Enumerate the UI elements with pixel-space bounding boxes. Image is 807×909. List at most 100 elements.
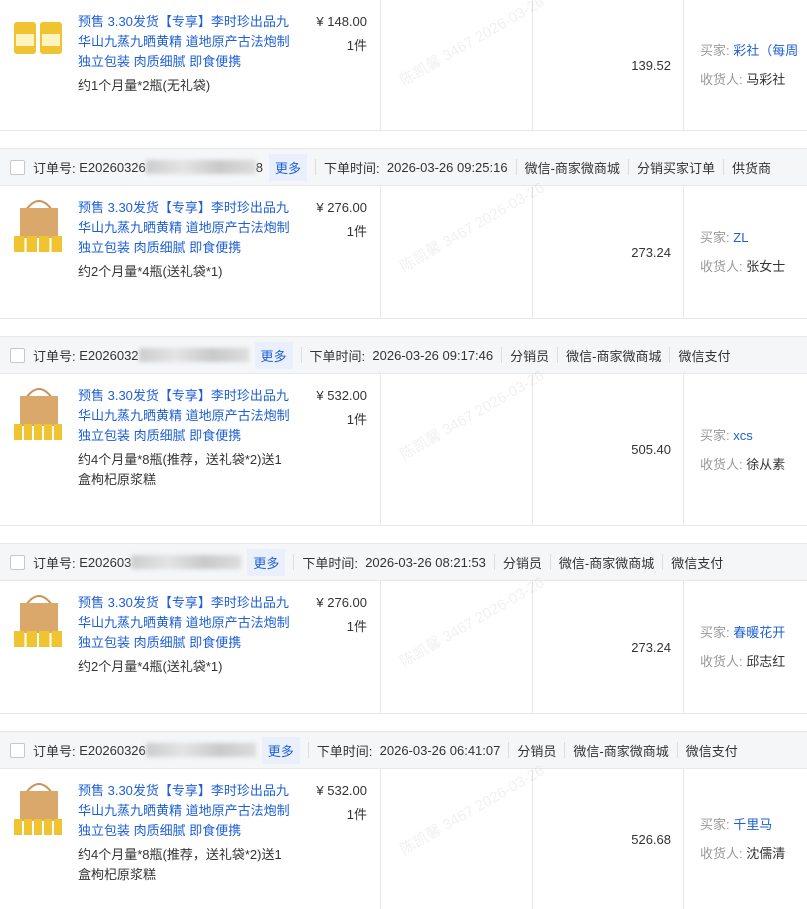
order-tag: 微信-商家微商城 (566, 348, 662, 364)
order-no-redacted (145, 743, 256, 757)
product-sku: 约4个月量*8瓶(推荐，送礼袋*2)送1盒枸杞原浆糕 (78, 847, 282, 882)
divider (549, 554, 551, 570)
order-time-label: 下单时间: (302, 555, 358, 571)
order-tag: 微信支付 (671, 555, 724, 571)
product-title-link[interactable]: 预售 3.30发货【专享】李时珍出品九华山九蒸九晒黄精 道地原产古法炮制 独立包… (78, 781, 293, 841)
amount-cell: 139.52 (533, 0, 684, 130)
paid-amount: 273.24 (631, 244, 671, 260)
buyer-cell: 买家: 春暖花开 收货人: 邱志红 (684, 581, 807, 713)
divider (722, 159, 724, 175)
buyer-link[interactable]: 千里马 (733, 817, 772, 832)
order-gap (0, 130, 807, 148)
more-button[interactable]: 更多 (254, 341, 293, 369)
amount-cell: 505.40 (533, 374, 684, 525)
receiver-name: 邱志红 (746, 654, 786, 669)
order-gap (0, 525, 807, 543)
receiver-label: 收货人: (700, 72, 743, 87)
order-time-label: 下单时间: (316, 743, 373, 759)
divider (676, 742, 678, 758)
more-button[interactable]: 更多 (261, 736, 300, 764)
order-header: 订单号: E20260326 8 更多 下单时间: 2026-03-26 09:25:… (0, 148, 807, 186)
product-cell: 预售 3.30发货【专享】李时珍出品九华山九蒸九晒黄精 道地原产古法炮制 独立包… (0, 769, 381, 909)
quantity: 1件 (346, 224, 367, 239)
order-checkbox[interactable] (10, 554, 25, 570)
order-tag: 微信支付 (678, 348, 731, 364)
buyer-label: 买家: (700, 817, 730, 832)
receiver-label: 收货人: (700, 846, 743, 861)
order-no-label: 订单号: (33, 555, 76, 571)
unit-price: ¥ 532.00 (316, 783, 367, 798)
product-image[interactable] (12, 593, 66, 647)
paid-amount: 505.40 (631, 442, 671, 457)
order-no-tail: 8 (255, 159, 263, 175)
quantity: 1件 (346, 807, 367, 822)
price-cell: ¥ 532.00 1件 (293, 386, 383, 525)
product-sku: 约1个月量*2瓶(无礼袋) (78, 78, 211, 93)
more-button[interactable]: 更多 (247, 548, 286, 576)
product-image[interactable] (12, 12, 66, 62)
order-row: 预售 3.30发货【专享】李时珍出品九华山九蒸九晒黄精 道地原产古法炮制 独立包… (0, 179, 807, 318)
buyer-cell: 买家: xcs 收货人: 徐从素 (684, 374, 807, 525)
buyer-label: 买家: (700, 427, 730, 443)
buyer-link[interactable]: 彩社（每周 (733, 43, 798, 58)
buyer-cell: 买家: 千里马收货人: 沈儒清 (684, 769, 807, 909)
divider (501, 347, 503, 363)
unit-price: ¥ 276.00 (316, 595, 367, 610)
order-tag: 微信-商家微商城 (573, 743, 669, 759)
order-checkbox[interactable] (10, 347, 25, 363)
order-checkbox[interactable] (10, 742, 25, 758)
order-time: 2026-03-26 08:21:53 (365, 554, 486, 570)
divider (315, 159, 317, 175)
order-checkbox[interactable] (10, 159, 25, 175)
paid-amount: 273.24 (631, 639, 671, 655)
divider (662, 554, 664, 570)
product-title-link[interactable]: 预售 3.30发货【专享】李时珍出品九华山九蒸九晒黄精 道地原产古法炮制 独立包… (78, 198, 293, 258)
receiver-label: 收货人: (700, 259, 743, 274)
order-time: 2026-03-26 06:41:07 (379, 742, 501, 758)
buyer-label: 买家: (700, 230, 730, 245)
order-list: 预售 3.30发货【专享】李时珍出品九华山九蒸九晒黄精 道地原产古法炮制 独立包… (0, 0, 807, 909)
order-no: E202603 (79, 554, 132, 570)
empty-cell (381, 186, 533, 318)
divider (557, 347, 559, 363)
order-no-label: 订单号: (33, 348, 76, 364)
divider (564, 742, 566, 758)
amount-cell: 526.68 (533, 769, 684, 909)
divider (293, 554, 295, 570)
buyer-cell: 买家: 彩社（每周收货人: 马彩社 (684, 0, 807, 130)
order-time: 2026-03-26 09:17:46 (372, 347, 494, 363)
paid-amount: 139.52 (631, 57, 671, 73)
product-image[interactable] (12, 781, 66, 835)
order-gap (0, 318, 807, 336)
order-no-label: 订单号: (33, 743, 76, 759)
product-image[interactable] (12, 198, 66, 252)
unit-price: ¥ 276.00 (316, 200, 367, 215)
product-sku: 约2个月量*4瓶(送礼袋*1) (78, 264, 223, 279)
buyer-link[interactable]: 春暖花开 (733, 625, 785, 640)
order-tag: 分销员 (517, 743, 557, 759)
order-header: 订单号: E20260326 更多 下单时间: 2026-03-26 06:41:0… (0, 731, 807, 769)
receiver-name: 沈儒清 (746, 846, 786, 861)
order-time-label: 下单时间: (309, 348, 366, 364)
buyer-link[interactable]: ZL (733, 230, 748, 245)
amount-cell: 273.24 (533, 581, 684, 713)
product-title-link[interactable]: 预售 3.30发货【专享】李时珍出品九华山九蒸九晒黄精 道地原产古法炮制 独立包… (78, 12, 293, 72)
product-image[interactable] (12, 386, 66, 440)
price-cell: ¥ 148.00 1件 (293, 12, 383, 130)
product-title-link[interactable]: 预售 3.30发货【专享】李时珍出品九华山九蒸九晒黄精 道地原产古法炮制 独立包… (78, 386, 293, 446)
buyer-label: 买家: (700, 43, 730, 58)
receiver-label: 收货人: (700, 456, 743, 472)
amount-cell: 273.24 (533, 186, 684, 318)
product-cell: 预售 3.30发货【专享】李时珍出品九华山九蒸九晒黄精 道地原产古法炮制 独立包… (0, 186, 381, 318)
empty-cell (381, 0, 533, 130)
receiver-name: 马彩社 (746, 72, 786, 87)
empty-cell (381, 769, 533, 909)
price-cell: ¥ 276.00 1件 (293, 198, 383, 318)
unit-price: ¥ 532.00 (316, 388, 367, 403)
product-sku: 约4个月量*8瓶(推荐，送礼袋*2)送1盒枸杞原浆糕 (78, 452, 282, 487)
product-title-link[interactable]: 预售 3.30发货【专享】李时珍出品九华山九蒸九晒黄精 道地原产古法炮制 独立包… (78, 593, 293, 653)
more-button[interactable]: 更多 (269, 153, 308, 181)
buyer-link[interactable]: xcs (733, 428, 753, 443)
product-cell: 预售 3.30发货【专享】李时珍出品九华山九蒸九晒黄精 道地原产古法炮制 独立包… (0, 374, 381, 525)
order-no: E2026032 (79, 347, 139, 363)
